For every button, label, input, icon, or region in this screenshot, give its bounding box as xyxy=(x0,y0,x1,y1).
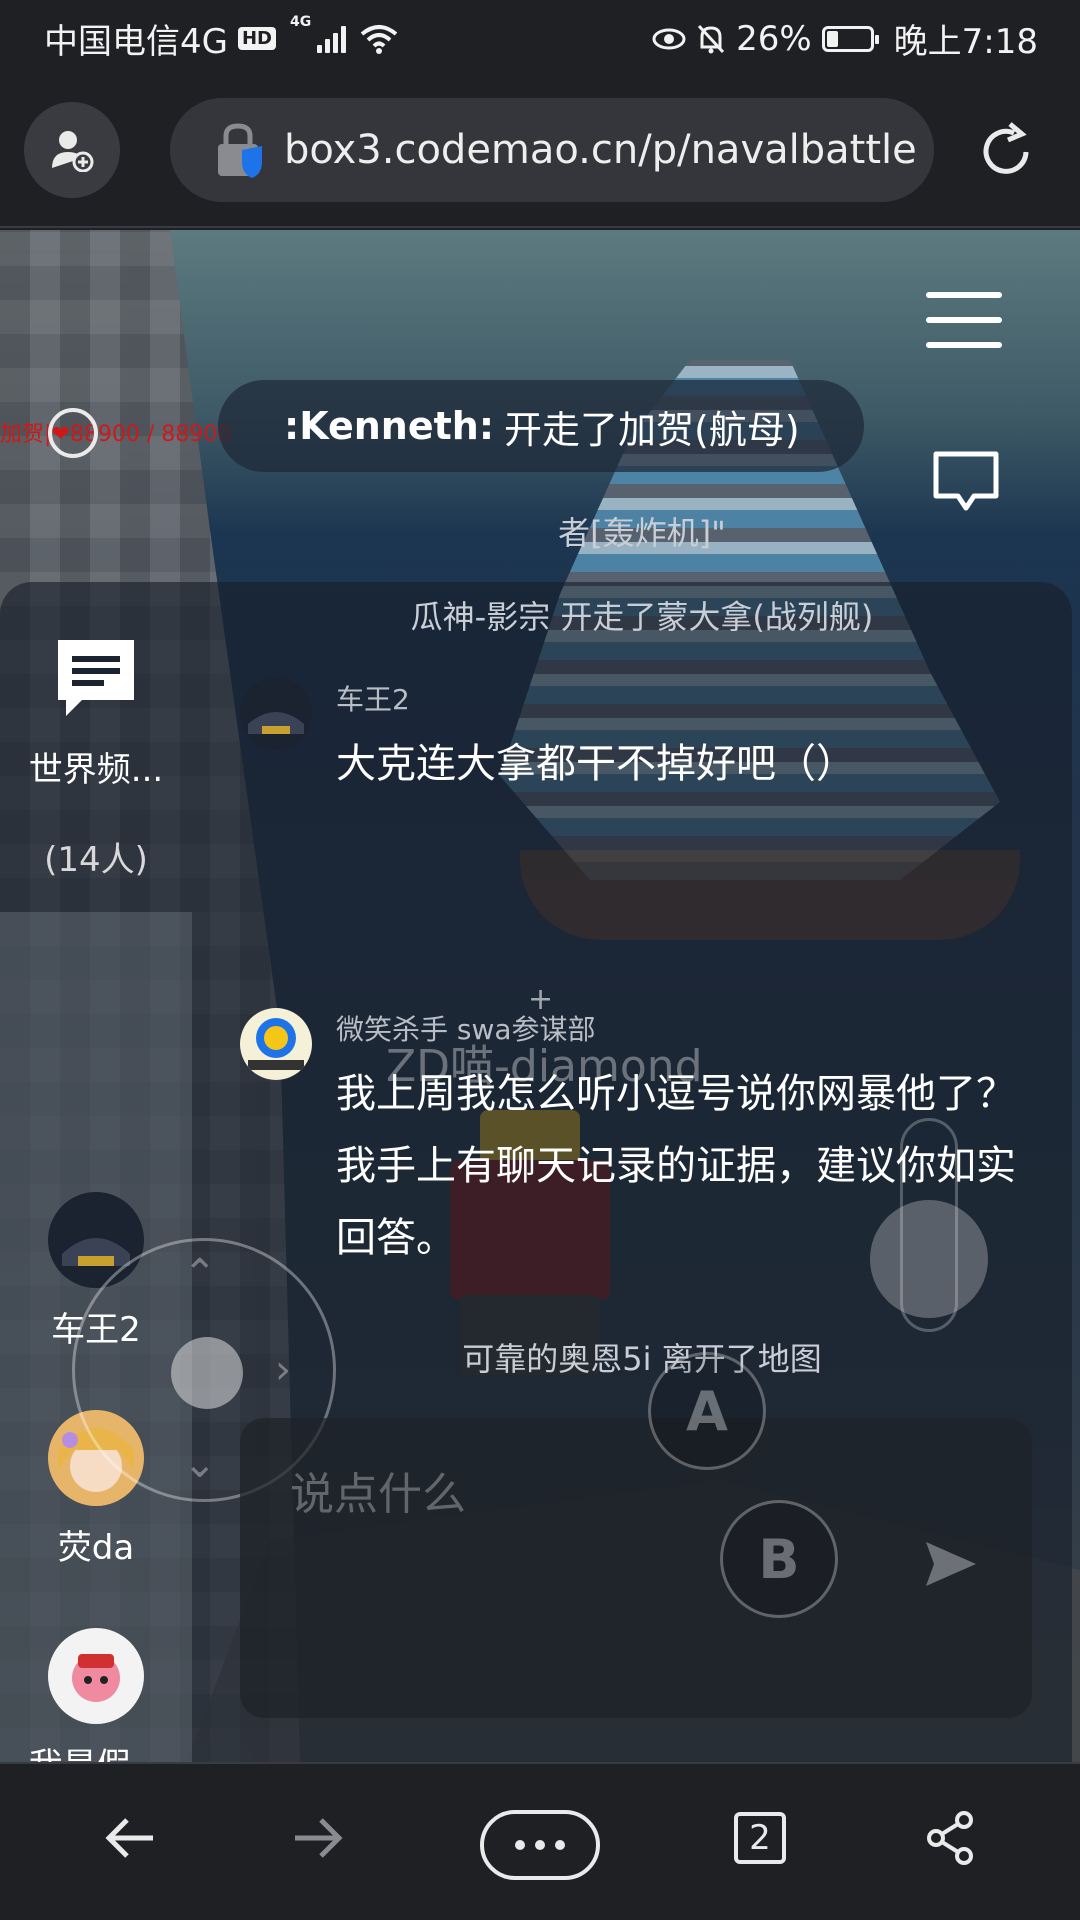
member-name: 我是假... xyxy=(0,1738,192,1762)
back-arrow-icon xyxy=(105,1818,153,1858)
system-message: 瓜神-影宗 开走了蒙大拿(战列舰) xyxy=(410,598,874,636)
url-text: box3.codemao.cn/p/navalbattle xyxy=(284,127,917,173)
channel-member-count: (14人) xyxy=(44,840,148,880)
message-text: 大克连大拿都干不掉好吧（） xyxy=(336,741,856,787)
forward-arrow-icon xyxy=(295,1818,343,1858)
reload-icon[interactable] xyxy=(974,120,1038,184)
signal-icon xyxy=(317,25,347,53)
battery-icon xyxy=(821,25,879,52)
share-button[interactable] xyxy=(910,1798,990,1878)
chat-input[interactable]: 说点什么 xyxy=(240,1418,1032,1718)
joystick-knob[interactable] xyxy=(171,1337,243,1409)
avatar xyxy=(48,1628,144,1724)
network-type: 4G xyxy=(290,14,312,30)
action-b-button[interactable]: B xyxy=(720,1500,838,1618)
member-name: 荧da xyxy=(57,1528,135,1568)
channel-name: 世界频... xyxy=(28,750,164,790)
mute-bell-icon xyxy=(697,24,725,53)
status-left: 中国电信4G HD 4G xyxy=(44,14,398,63)
hd-badge: HD xyxy=(237,27,276,50)
avatar xyxy=(240,678,312,750)
clock: 晚上7:18 xyxy=(893,22,1038,62)
secure-lock-icon xyxy=(218,123,262,178)
chat-message: 车王2 大克连大拿都干不掉好吧（） xyxy=(240,678,1040,788)
bottom-nav: 2 xyxy=(0,1762,1080,1920)
event-banner-name: :Kenneth: xyxy=(284,404,495,448)
avatar xyxy=(240,1008,312,1080)
chat-input-placeholder: 说点什么 xyxy=(290,1469,466,1520)
message-author: 微笑杀手 swa参谋部 xyxy=(336,1013,596,1046)
target-ring-icon xyxy=(48,408,98,458)
event-banner: :Kenneth: 开走了加贺(航母) xyxy=(218,380,864,472)
action-a-button[interactable]: A xyxy=(648,1352,766,1470)
carrier-label: 中国电信4G xyxy=(44,22,228,62)
fly-control-icon[interactable] xyxy=(870,1200,988,1318)
send-icon[interactable] xyxy=(924,1540,978,1588)
share-icon xyxy=(927,1811,973,1865)
world-channel-icon xyxy=(58,640,134,716)
tabs-count: 2 xyxy=(734,1812,786,1864)
game-viewport[interactable]: 加贺|❤88900 / 88900 :Kenneth: 开走了加贺(航母) 世界… xyxy=(0,230,1080,1762)
add-user-icon xyxy=(52,131,94,172)
status-bar: 中国电信4G HD 4G 26% 晚上7:18 xyxy=(0,0,1080,76)
event-banner-text: 开走了加贺(航母) xyxy=(504,407,800,452)
menu-icon[interactable] xyxy=(926,292,1002,348)
status-right: 26% 晚上7:18 xyxy=(652,14,1038,63)
tabs-button[interactable]: 2 xyxy=(720,1798,800,1878)
wifi-icon xyxy=(360,24,398,54)
battery-percent: 26% xyxy=(736,18,812,59)
browser-toolbar: box3.codemao.cn/p/navalbattle xyxy=(0,76,1080,228)
system-message: 者[轰炸机]" xyxy=(558,514,726,552)
address-bar[interactable]: box3.codemao.cn/p/navalbattle xyxy=(170,98,934,202)
message-author: 车王2 xyxy=(336,683,410,716)
forward-button[interactable] xyxy=(278,1798,358,1878)
eye-icon xyxy=(652,28,686,49)
more-menu-button[interactable] xyxy=(480,1810,600,1880)
account-button[interactable] xyxy=(24,102,120,198)
back-button[interactable] xyxy=(90,1798,170,1878)
hp-readout: 加贺|❤88900 / 88900 xyxy=(0,422,232,447)
